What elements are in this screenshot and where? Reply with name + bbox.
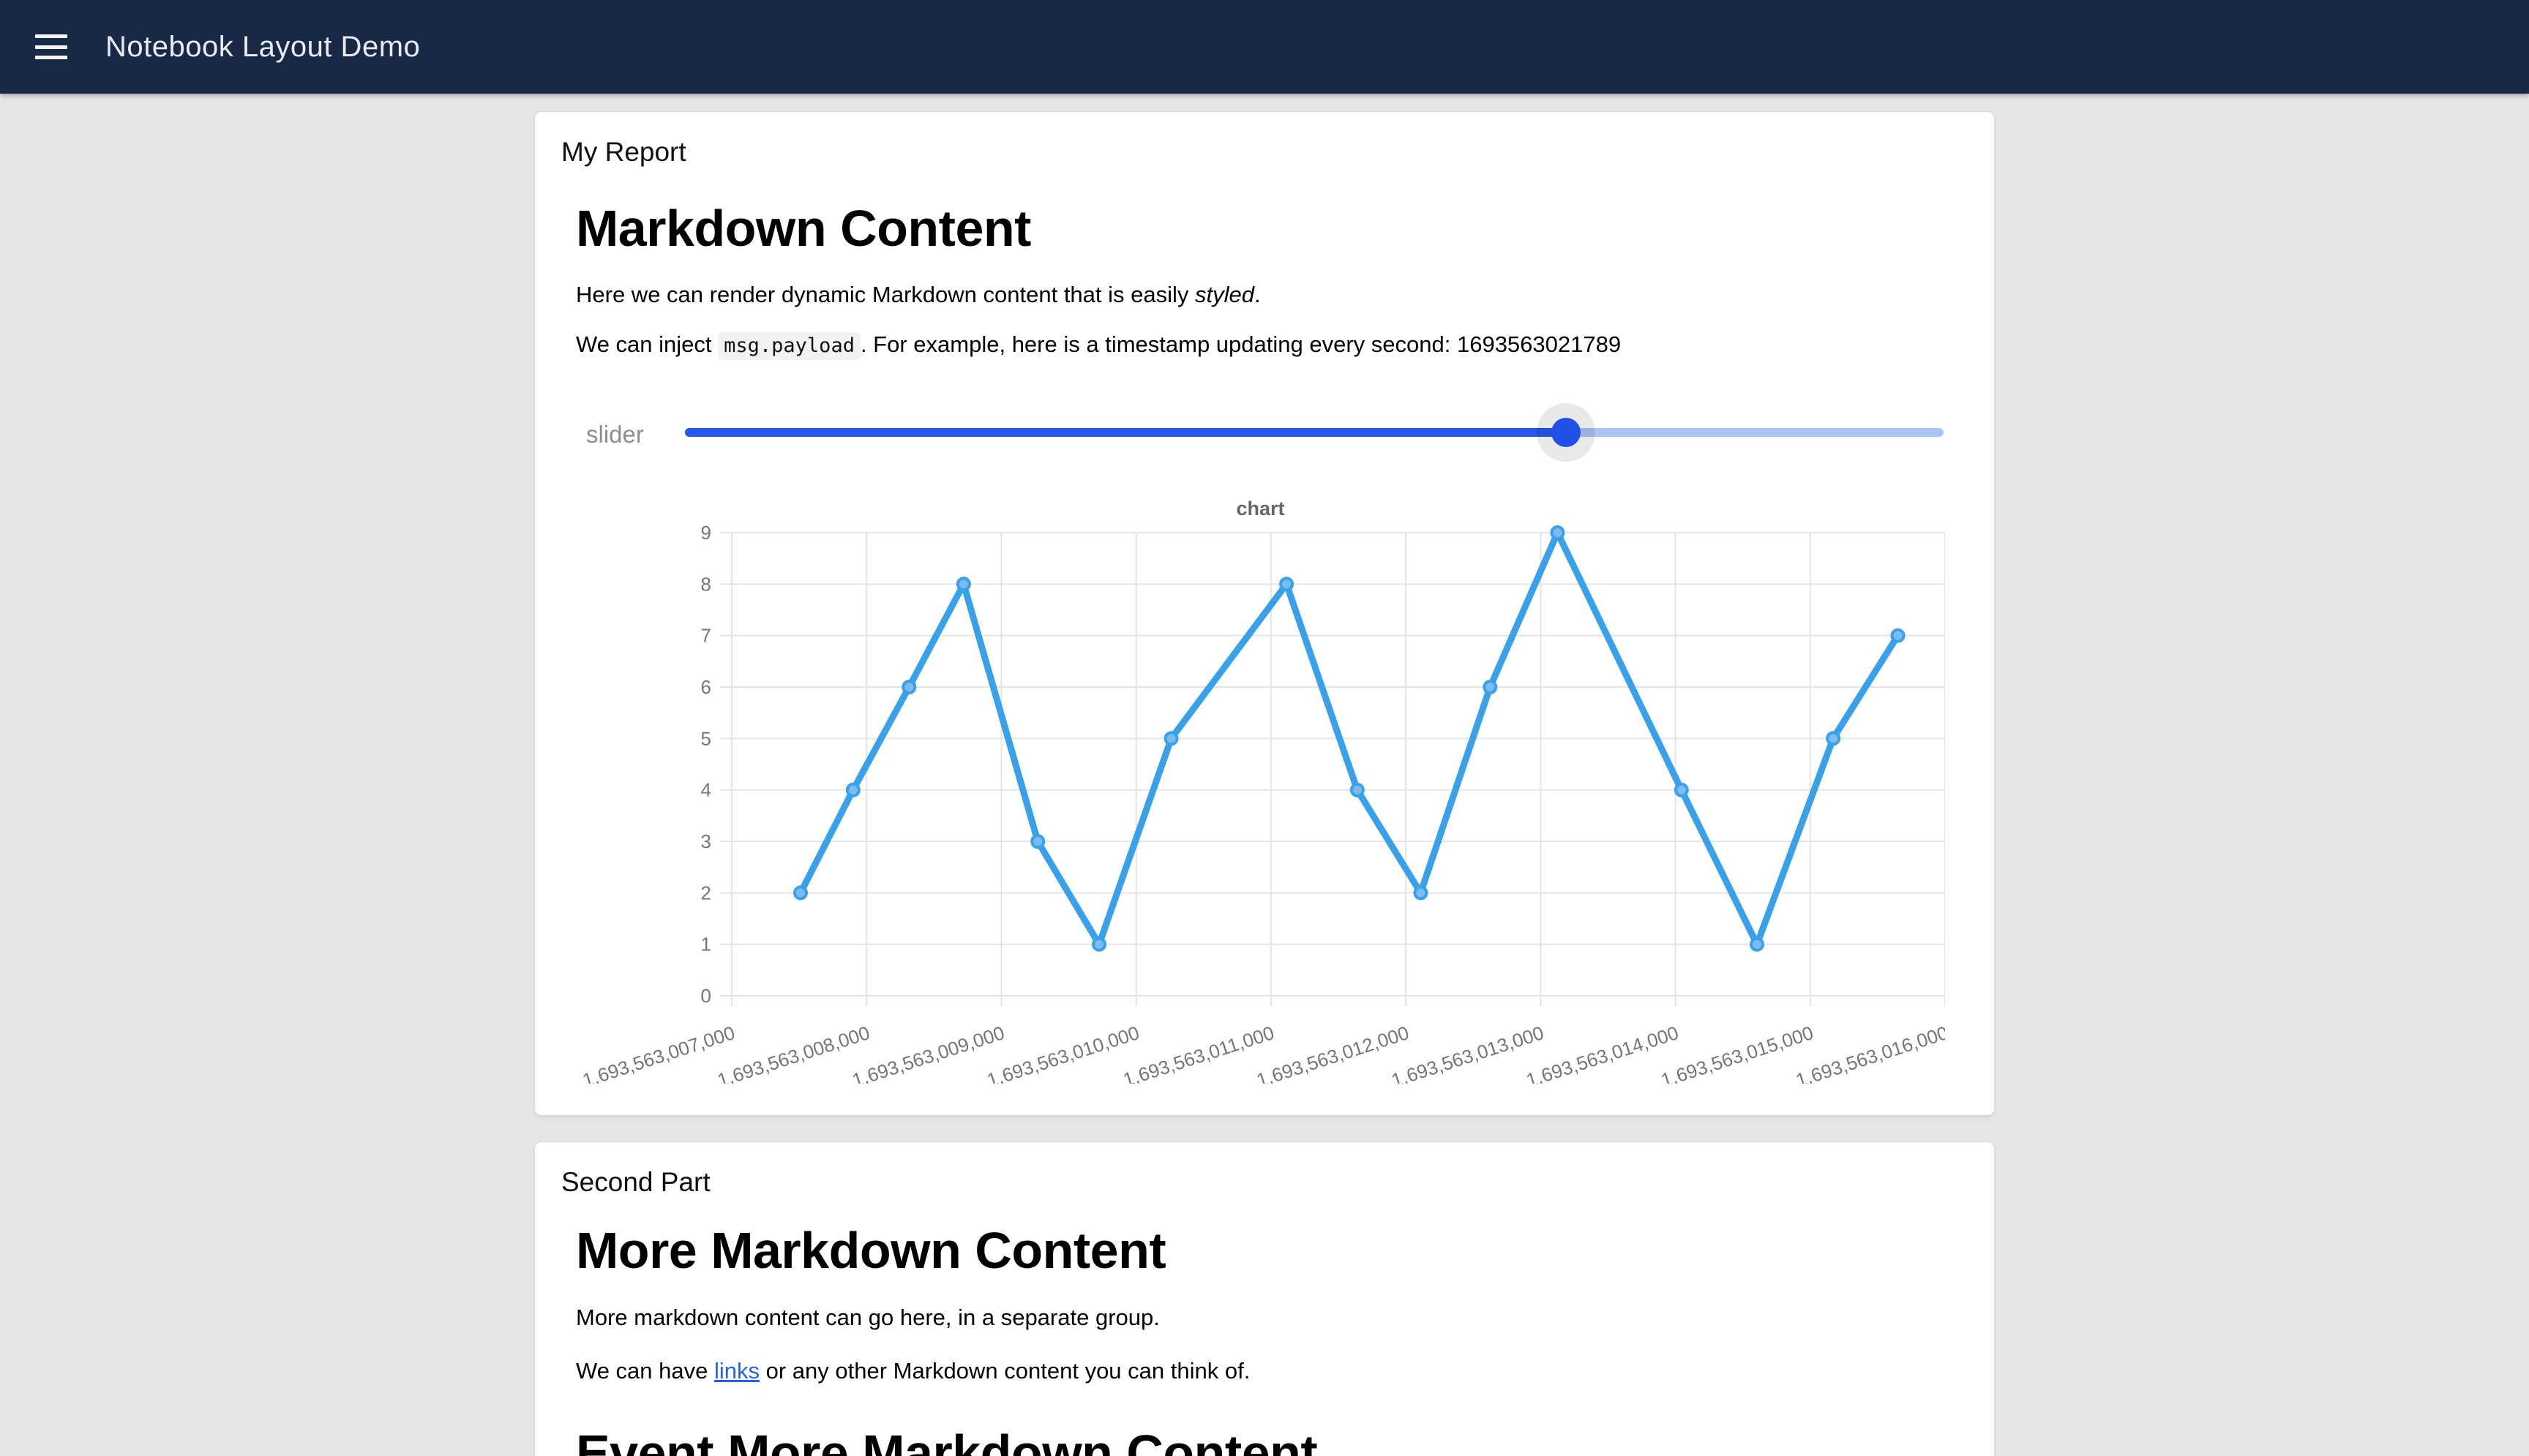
report-card: My Report Markdown Content Here we can r…: [534, 111, 1995, 1116]
slider-widget: slider: [561, 403, 1969, 462]
svg-text:1: 1: [701, 934, 711, 956]
paragraph-1-period: .: [1254, 282, 1261, 307]
slider-label: slider: [586, 421, 644, 449]
hamburger-menu-icon[interactable]: [35, 34, 67, 59]
group-label-my-report: My Report: [561, 137, 686, 168]
svg-text:chart: chart: [1236, 498, 1284, 519]
app-title: Notebook Layout Demo: [105, 31, 420, 64]
second-paragraph-2-pre: We can have: [576, 1358, 714, 1384]
second-paragraph-2: We can have links or any other Markdown …: [576, 1358, 1250, 1384]
svg-text:1,693,563,012,000: 1,693,563,012,000: [1254, 1021, 1412, 1084]
svg-text:1,693,563,009,000: 1,693,563,009,000: [850, 1021, 1008, 1084]
timestamp-value: 1693563021789: [1457, 331, 1621, 357]
svg-text:1,693,563,007,000: 1,693,563,007,000: [580, 1021, 738, 1084]
paragraph-2-text: We can inject: [576, 331, 718, 357]
svg-text:1,693,563,015,000: 1,693,563,015,000: [1658, 1021, 1816, 1084]
markdown-heading: Markdown Content: [576, 203, 1031, 254]
slider-fill: [685, 428, 1566, 437]
markdown-paragraph-2: We can inject msg.payload. For example, …: [576, 331, 1621, 358]
svg-text:0: 0: [701, 985, 711, 1007]
svg-text:7: 7: [701, 625, 711, 647]
app-bar: Notebook Layout Demo: [0, 0, 2529, 94]
links-hyperlink[interactable]: links: [714, 1358, 760, 1384]
second-paragraph-2-post: or any other Markdown content you can th…: [760, 1358, 1250, 1384]
svg-text:3: 3: [701, 830, 711, 852]
svg-text:4: 4: [701, 779, 711, 801]
svg-text:9: 9: [701, 522, 711, 544]
even-more-markdown-heading: Event More Markdown Content: [576, 1427, 1317, 1456]
inline-code-msg-payload: msg.payload: [718, 332, 861, 360]
svg-text:2: 2: [701, 882, 711, 904]
svg-text:8: 8: [701, 573, 711, 595]
line-chart-canvas[interactable]: chart01234567891,693,563,007,0001,693,56…: [576, 484, 1945, 1084]
svg-text:1,693,563,013,000: 1,693,563,013,000: [1389, 1021, 1547, 1084]
svg-text:1,693,563,011,000: 1,693,563,011,000: [1120, 1021, 1277, 1084]
paragraph-1-text: Here we can render dynamic Markdown cont…: [576, 282, 1195, 307]
svg-text:1,693,563,010,000: 1,693,563,010,000: [984, 1021, 1142, 1084]
svg-text:5: 5: [701, 727, 711, 749]
svg-text:1,693,563,008,000: 1,693,563,008,000: [715, 1021, 873, 1084]
svg-text:1,693,563,014,000: 1,693,563,014,000: [1524, 1021, 1682, 1084]
slider-track[interactable]: [685, 428, 1944, 437]
svg-text:1,693,563,016,000: 1,693,563,016,000: [1793, 1021, 1945, 1084]
paragraph-1-italic: styled: [1195, 282, 1254, 307]
group-label-second-part: Second Part: [561, 1167, 711, 1198]
second-part-card: Second Part More Markdown Content More m…: [534, 1141, 1995, 1456]
svg-text:6: 6: [701, 676, 711, 698]
slider-thumb[interactable]: [1551, 418, 1581, 447]
more-markdown-heading: More Markdown Content: [576, 1225, 1166, 1276]
markdown-paragraph-1: Here we can render dynamic Markdown cont…: [576, 282, 1261, 308]
second-paragraph-1: More markdown content can go here, in a …: [576, 1305, 1160, 1331]
paragraph-2-mid: . For example, here is a timestamp updat…: [861, 331, 1457, 357]
